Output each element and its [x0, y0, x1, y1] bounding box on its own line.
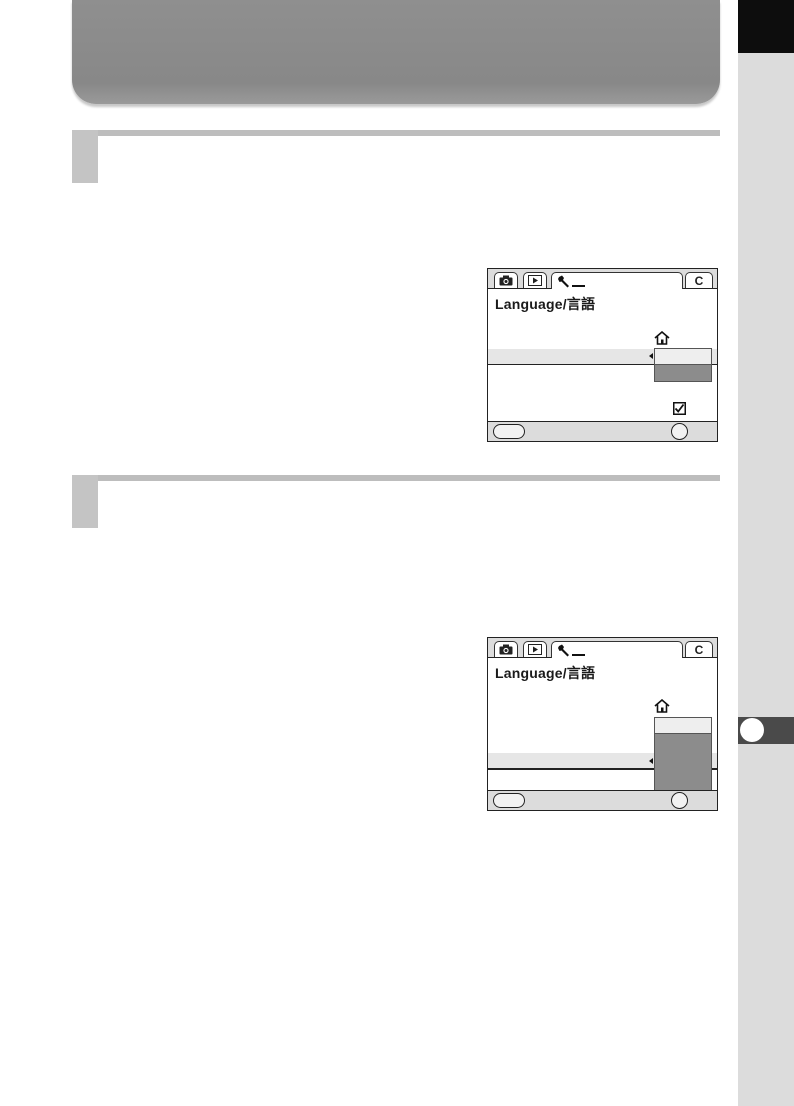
bottom-guide-bar — [488, 421, 717, 441]
home-icon — [654, 698, 670, 718]
bottom-guide-bar — [488, 790, 717, 810]
option-dropdown[interactable] — [654, 717, 712, 791]
custom-c-icon: C — [694, 642, 704, 657]
section-title-banner — [72, 0, 720, 104]
custom-c-icon: C — [694, 273, 704, 288]
tab-playback[interactable] — [523, 272, 547, 288]
tab-setup[interactable] — [551, 272, 683, 289]
wrench-icon — [558, 275, 588, 288]
chapter-side-strip — [738, 0, 794, 1106]
tab-custom[interactable]: C — [685, 272, 713, 288]
tab-playback[interactable] — [523, 641, 547, 657]
camera-icon — [499, 644, 513, 655]
menu-title: Language/言語 — [495, 296, 596, 312]
menu-title: Language/言語 — [495, 665, 596, 681]
ok-button-icon[interactable] — [671, 423, 688, 440]
tab-shooting[interactable] — [494, 272, 518, 288]
tab-setup[interactable] — [551, 641, 683, 658]
camera-icon — [499, 275, 513, 286]
dropdown-option[interactable] — [654, 348, 712, 365]
ok-button-icon[interactable] — [671, 792, 688, 809]
step-1-marker — [72, 130, 98, 183]
dropdown-option[interactable] — [654, 717, 712, 734]
playback-icon — [528, 644, 542, 655]
tab-shooting[interactable] — [494, 641, 518, 657]
camera-screen-2: C Language/言語 — [487, 637, 718, 811]
checkbox-checked-icon[interactable] — [673, 402, 686, 420]
wrench-icon — [558, 644, 588, 657]
option-dropdown[interactable] — [654, 348, 712, 382]
chapter-index-tab — [738, 0, 794, 53]
menu-button-icon[interactable] — [493, 424, 525, 439]
playback-icon — [528, 275, 542, 286]
menu-button-icon[interactable] — [493, 793, 525, 808]
step-1-rule — [72, 130, 720, 136]
tab-custom[interactable]: C — [685, 641, 713, 657]
arrow-left-icon — [649, 353, 653, 359]
camera-screen-1: C Language/言語 — [487, 268, 718, 442]
dropdown-option-highlighted[interactable] — [654, 364, 712, 382]
menu-tab-bar: C — [488, 638, 717, 658]
menu-tab-bar: C — [488, 269, 717, 289]
arrow-left-icon — [649, 758, 653, 764]
chapter-number-circle — [740, 718, 764, 742]
step-2-marker — [72, 475, 98, 528]
dropdown-option-highlighted[interactable] — [654, 733, 712, 791]
step-2-rule — [72, 475, 720, 481]
